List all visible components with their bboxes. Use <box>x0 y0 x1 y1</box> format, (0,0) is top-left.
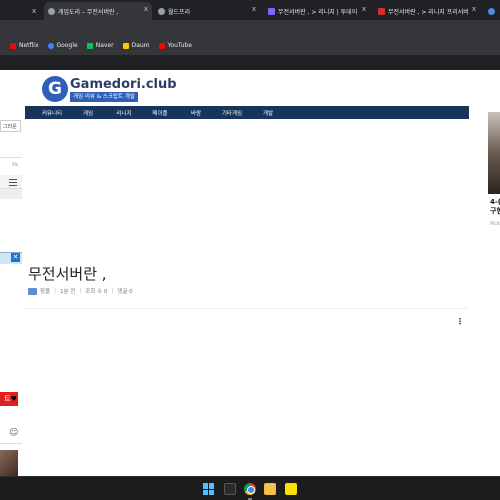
avatar <box>28 287 37 295</box>
tab-title: 게임도리 – 무전서버란 , <box>58 8 119 16</box>
smiley-icon[interactable]: ☺ <box>9 428 18 438</box>
meta-separator: | <box>54 288 56 294</box>
bookmark-google[interactable]: Google <box>47 42 78 49</box>
bookmark-label: Naver <box>95 42 114 49</box>
divider <box>0 443 22 444</box>
close-icon[interactable]: x <box>362 5 366 13</box>
bookmark-label: YouTube <box>167 42 192 49</box>
ad-title-line: 4-( <box>490 198 500 206</box>
site-logo-icon[interactable]: G <box>42 76 68 102</box>
taskbar <box>0 476 500 500</box>
t-logo-icon <box>268 7 275 15</box>
nav-item-other-games[interactable]: 기타게임 <box>214 109 250 117</box>
hamburger-menu-icon[interactable] <box>9 179 17 188</box>
bookmark-daum[interactable]: Daum <box>122 42 150 49</box>
window-gap <box>0 56 500 70</box>
close-icon[interactable]: x <box>472 5 476 13</box>
bookmark-netflix[interactable]: Netflix <box>10 42 39 49</box>
bookmarks-bar: Netflix Google Naver Daum YouTube <box>0 36 500 56</box>
bookmark-naver[interactable]: Naver <box>86 42 114 49</box>
post-author[interactable]: 장물 <box>40 287 50 295</box>
close-icon[interactable]: ✕ <box>11 253 20 262</box>
globe-icon <box>158 7 165 15</box>
nav-item-community[interactable]: 커뮤니티 <box>34 109 70 117</box>
sidebar-box-label: 그라운 <box>3 123 17 130</box>
tab-close-previous[interactable]: x <box>28 2 38 20</box>
kakaotalk-icon[interactable] <box>285 483 297 495</box>
ad-source: Pick <box>490 221 500 227</box>
meta-separator: | <box>79 288 82 294</box>
post-views: 조회 수 0 <box>85 289 108 295</box>
file-explorer-icon[interactable] <box>264 483 276 495</box>
tab-gamedori[interactable]: 게임도리 – 무전서버란 , x <box>44 2 152 20</box>
tab-today[interactable]: 무전서버란 , > 리니지 | 투데이 x <box>264 2 370 20</box>
chrome-icon[interactable] <box>244 483 256 495</box>
p-logo-icon <box>378 7 385 15</box>
google-icon <box>47 42 54 49</box>
tab-favicon-icon <box>488 7 495 15</box>
youtube-icon <box>158 42 165 49</box>
address-bar-row <box>0 20 500 36</box>
post-title: 무전서버란 , <box>28 265 107 283</box>
sidebar-notice-bar: ✕ <box>0 252 22 264</box>
nav-item-lineage[interactable]: 리니지 <box>106 109 142 117</box>
bookmark-label: Netflix <box>19 42 39 49</box>
tab-title: 무전서버란 , > 리니지 | 투데이 <box>278 8 358 16</box>
heart-icon: ♥ <box>10 395 17 403</box>
ad-title[interactable]: 4-( 구현 <box>490 198 500 216</box>
sidebar-gray-bar <box>0 189 22 199</box>
tab-freeserver[interactable]: 무전서버란 , > 리니지 프리서버 x <box>374 2 480 20</box>
netflix-icon <box>10 42 16 49</box>
naver-icon <box>86 42 93 49</box>
windows-start-icon[interactable] <box>203 483 215 495</box>
web-page: 그라운 5% ✕ 트♥ ☺ G Gamedori.club 게임 리뷰 & 스크… <box>0 70 500 476</box>
more-options-icon[interactable]: ⋮ <box>456 317 464 326</box>
tab-title: 월드프리 <box>168 8 191 16</box>
sidebar-menu <box>0 175 22 189</box>
post-comments[interactable]: 댓글 0 <box>117 287 132 295</box>
sidebar-small-text: 5% <box>12 162 19 167</box>
bookmark-label: Google <box>56 42 78 49</box>
ad-title-line: 구현 <box>490 207 500 215</box>
tab-overflow[interactable] <box>484 2 500 20</box>
post-time: 1분 전 <box>59 289 76 295</box>
globe-icon <box>48 7 55 15</box>
divider <box>26 308 468 309</box>
tab-title: 무전서버란 , > 리니지 프리서버 <box>388 8 469 16</box>
nav-item-maple[interactable]: 메이플 <box>142 109 178 117</box>
nav-item-dev[interactable]: 개발 <box>250 109 286 117</box>
close-icon[interactable]: x <box>252 5 256 13</box>
tab-worldfree[interactable]: 월드프리 x <box>154 2 260 20</box>
nav-item-game[interactable]: 게임 <box>70 109 106 117</box>
sidebar-photo <box>0 450 18 476</box>
meta-separator: | <box>111 288 114 294</box>
main-nav: 커뮤니티 게임 리니지 메이플 바람 기타게임 개발 <box>25 106 469 119</box>
bookmark-label: Daum <box>131 42 150 49</box>
ad-photo[interactable] <box>488 112 500 194</box>
divider <box>0 157 22 158</box>
close-icon[interactable]: x <box>32 7 36 15</box>
bookmark-youtube[interactable]: YouTube <box>158 42 192 49</box>
site-tagline: 게임 리뷰 & 스크립트 개발 <box>70 92 138 102</box>
sidebar-red-badge[interactable]: 트♥ <box>0 392 18 406</box>
sidebar-box[interactable]: 그라운 <box>0 120 21 132</box>
terminal-icon[interactable] <box>224 483 236 495</box>
post-meta: 장물 | 1분 전 | 조회 수 0 | 댓글 0 <box>28 287 133 295</box>
nav-item-baram[interactable]: 바람 <box>178 109 214 117</box>
daum-icon <box>122 42 129 49</box>
browser-tab-strip: x 게임도리 – 무전서버란 , x 월드프리 x 무전서버란 , > 리니지 … <box>0 0 500 20</box>
close-icon[interactable]: x <box>144 5 148 13</box>
site-logo-text[interactable]: Gamedori.club <box>70 77 177 92</box>
